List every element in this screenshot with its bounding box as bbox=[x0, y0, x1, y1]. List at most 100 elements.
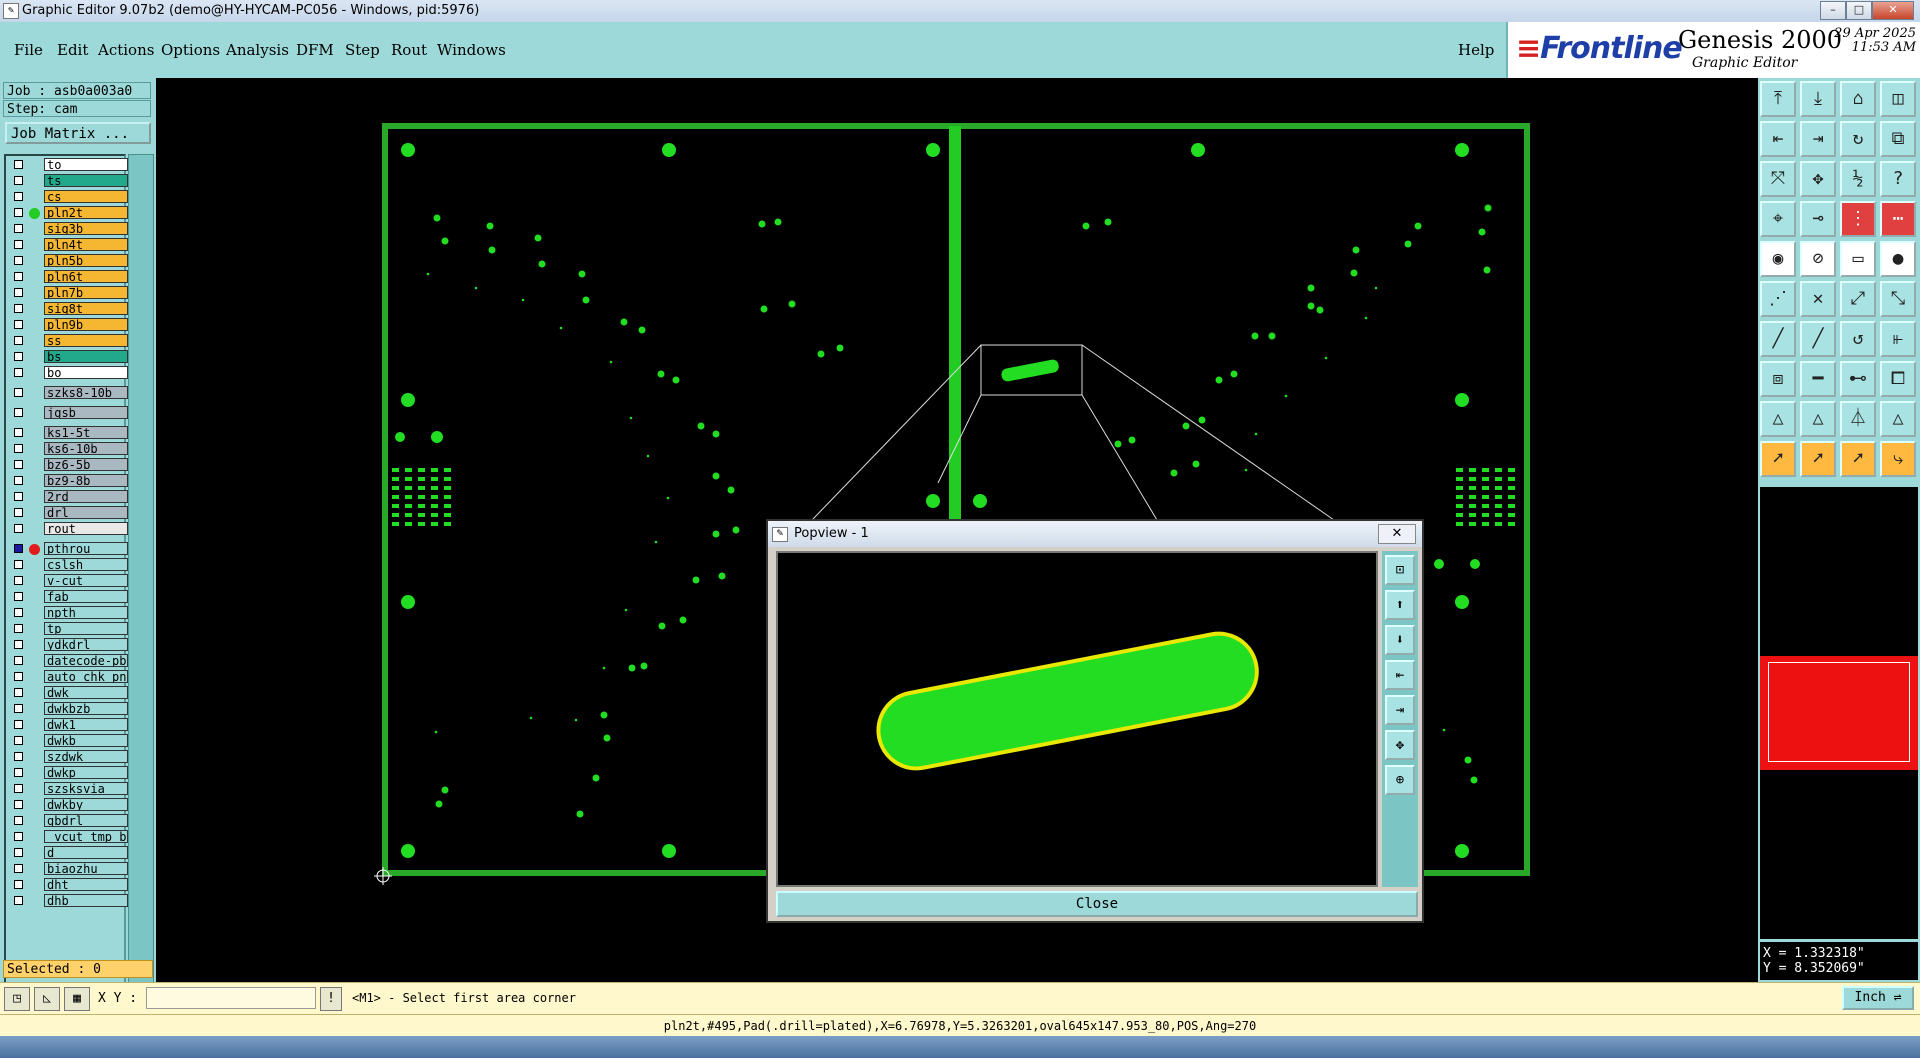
layer-name[interactable]: jgsb bbox=[44, 406, 128, 419]
copy-icon[interactable]: ⧈ bbox=[1760, 361, 1796, 397]
menu-rout[interactable]: Rout bbox=[391, 41, 427, 59]
layer-checkbox[interactable] bbox=[14, 864, 23, 873]
menu-analysis[interactable]: Analysis bbox=[226, 41, 289, 59]
dfm-icon[interactable]: ⋮ bbox=[1840, 201, 1876, 237]
layer-row-v-cut[interactable]: v-cut bbox=[8, 574, 128, 588]
layer-checkbox[interactable] bbox=[14, 720, 23, 729]
measure2-icon[interactable]: ⊷ bbox=[1840, 361, 1876, 397]
line-icon[interactable]: ╱ bbox=[1760, 321, 1796, 357]
layer-name[interactable]: pln9b bbox=[44, 318, 128, 331]
layer-checkbox[interactable] bbox=[14, 272, 23, 281]
layer-row-2rd[interactable]: 2rd bbox=[8, 490, 128, 504]
layer-name[interactable]: szdwk bbox=[44, 750, 128, 763]
group-icon[interactable]: ⧠ bbox=[1880, 361, 1916, 397]
popview-title-bar[interactable]: ✎ Popview - 1 ✕ bbox=[768, 521, 1422, 547]
layer-checkbox[interactable] bbox=[14, 240, 23, 249]
layer-row-biaozhu[interactable]: biaozhu bbox=[8, 862, 128, 876]
layer-name[interactable]: pln7b bbox=[44, 286, 128, 299]
layer-name[interactable]: pln4t bbox=[44, 238, 128, 251]
layer-checkbox[interactable] bbox=[14, 288, 23, 297]
layer-name[interactable]: ts bbox=[44, 174, 128, 187]
layer-name[interactable]: d bbox=[44, 846, 128, 859]
layer-row-pln2t[interactable]: pln2t bbox=[8, 206, 128, 220]
snap-mode-icon[interactable]: ◺ bbox=[34, 987, 60, 1011]
layer-checkbox[interactable] bbox=[14, 688, 23, 697]
delete-icon[interactable]: ✕ bbox=[1800, 281, 1836, 317]
menu-dfm[interactable]: DFM bbox=[296, 41, 334, 59]
layer-row-dwkp[interactable]: dwkp bbox=[8, 766, 128, 780]
layer-row-gbdrl[interactable]: gbdrl bbox=[8, 814, 128, 828]
help-icon[interactable]: ? bbox=[1880, 161, 1916, 197]
layer-checkbox[interactable] bbox=[14, 656, 23, 665]
menu-options[interactable]: Options bbox=[161, 41, 220, 59]
split-icon[interactable]: ⤡ bbox=[1880, 281, 1916, 317]
layer-checkbox[interactable] bbox=[14, 640, 23, 649]
layer-row-dwkb[interactable]: dwkb bbox=[8, 734, 128, 748]
layer-name[interactable]: rout bbox=[44, 522, 128, 535]
pv-zoom-fit-icon[interactable]: ⊡ bbox=[1385, 555, 1415, 585]
layer-row-szks8-10b[interactable]: szks8-10b bbox=[8, 386, 128, 400]
layer-row-dht[interactable]: dht bbox=[8, 878, 128, 892]
triangle3-icon[interactable]: ⏃ bbox=[1840, 401, 1876, 437]
minus-icon[interactable]: ━ bbox=[1800, 361, 1836, 397]
minimize-button[interactable]: – bbox=[1820, 1, 1846, 20]
pv-center-icon[interactable]: ⊕ bbox=[1385, 765, 1415, 795]
layer-checkbox[interactable] bbox=[14, 444, 23, 453]
overview-viewport[interactable] bbox=[1760, 656, 1918, 770]
layer-name[interactable]: pthrou bbox=[44, 542, 128, 555]
close-window-button[interactable]: ✕ bbox=[1872, 1, 1914, 20]
alert-icon[interactable]: ! bbox=[320, 987, 342, 1011]
layer-row-pln6t[interactable]: pln6t bbox=[8, 270, 128, 284]
layer-name[interactable]: auto_chk_pn: bbox=[44, 670, 128, 683]
layer-name[interactable]: ks6-10b bbox=[44, 442, 128, 455]
layer-name[interactable]: ks1-5t bbox=[44, 426, 128, 439]
menu-edit[interactable]: Edit bbox=[57, 41, 88, 59]
feature-icon[interactable]: ◉ bbox=[1760, 241, 1796, 277]
layer-checkbox[interactable] bbox=[14, 880, 23, 889]
layer-checkbox[interactable] bbox=[14, 336, 23, 345]
layer-row-cs[interactable]: cs bbox=[8, 190, 128, 204]
layer-row-pln5b[interactable]: pln5b bbox=[8, 254, 128, 268]
arc-icon[interactable]: ╱ bbox=[1800, 321, 1836, 357]
layer-row-dwk[interactable]: dwk bbox=[8, 686, 128, 700]
layer-checkbox[interactable] bbox=[14, 624, 23, 633]
layer-row-tp[interactable]: tp bbox=[8, 622, 128, 636]
layer-name[interactable]: drl bbox=[44, 506, 128, 519]
zoom-home-icon[interactable]: ⤒ bbox=[1760, 81, 1796, 117]
layer-checkbox[interactable] bbox=[14, 736, 23, 745]
layer-checkbox[interactable] bbox=[14, 192, 23, 201]
layer-row-auto_chk_pn:[interactable]: auto_chk_pn: bbox=[8, 670, 128, 684]
layer-name[interactable]: biaozhu bbox=[44, 862, 128, 875]
layer-name[interactable]: cslsh bbox=[44, 558, 128, 571]
layer-row-npth[interactable]: npth bbox=[8, 606, 128, 620]
layer-checkbox[interactable] bbox=[14, 896, 23, 905]
layer-name[interactable]: dhb bbox=[44, 894, 128, 907]
grid-icon[interactable]: ▦ bbox=[64, 987, 90, 1011]
layer-name[interactable]: szks8-10b bbox=[44, 386, 128, 399]
menu-help[interactable]: Help bbox=[1458, 41, 1494, 59]
pv-pan-left-icon[interactable]: ⇤ bbox=[1385, 660, 1415, 690]
layer-name[interactable]: dht bbox=[44, 878, 128, 891]
redraw-icon[interactable]: ↻ bbox=[1840, 121, 1876, 157]
menu-file[interactable]: File bbox=[14, 41, 43, 59]
layer-checkbox[interactable] bbox=[14, 460, 23, 469]
layer-name[interactable]: sig8t bbox=[44, 302, 128, 315]
pv-fit-icon[interactable]: ✥ bbox=[1385, 730, 1415, 760]
pv-pan-right-icon[interactable]: ⇥ bbox=[1385, 695, 1415, 725]
layer-name[interactable]: fab bbox=[44, 590, 128, 603]
layer-name[interactable]: bo bbox=[44, 366, 128, 379]
layer-row-dwkbzb[interactable]: dwkbzb bbox=[8, 702, 128, 716]
layer-checkbox[interactable] bbox=[14, 784, 23, 793]
layer-row-pln4t[interactable]: pln4t bbox=[8, 238, 128, 252]
layer-row-pln7b[interactable]: pln7b bbox=[8, 286, 128, 300]
layer-row-bs[interactable]: bs bbox=[8, 350, 128, 364]
layer-checkbox[interactable] bbox=[14, 848, 23, 857]
layer-name[interactable]: ss bbox=[44, 334, 128, 347]
layer-checkbox[interactable] bbox=[14, 428, 23, 437]
pv-zoom-in-icon[interactable]: ⬆ bbox=[1385, 590, 1415, 620]
layer-row-bo[interactable]: bo bbox=[8, 366, 128, 380]
triangle-icon[interactable]: △ bbox=[1760, 401, 1796, 437]
layer-name[interactable]: pln6t bbox=[44, 270, 128, 283]
layer-checkbox[interactable] bbox=[14, 524, 23, 533]
pan-left-icon[interactable]: ⇤ bbox=[1760, 121, 1796, 157]
